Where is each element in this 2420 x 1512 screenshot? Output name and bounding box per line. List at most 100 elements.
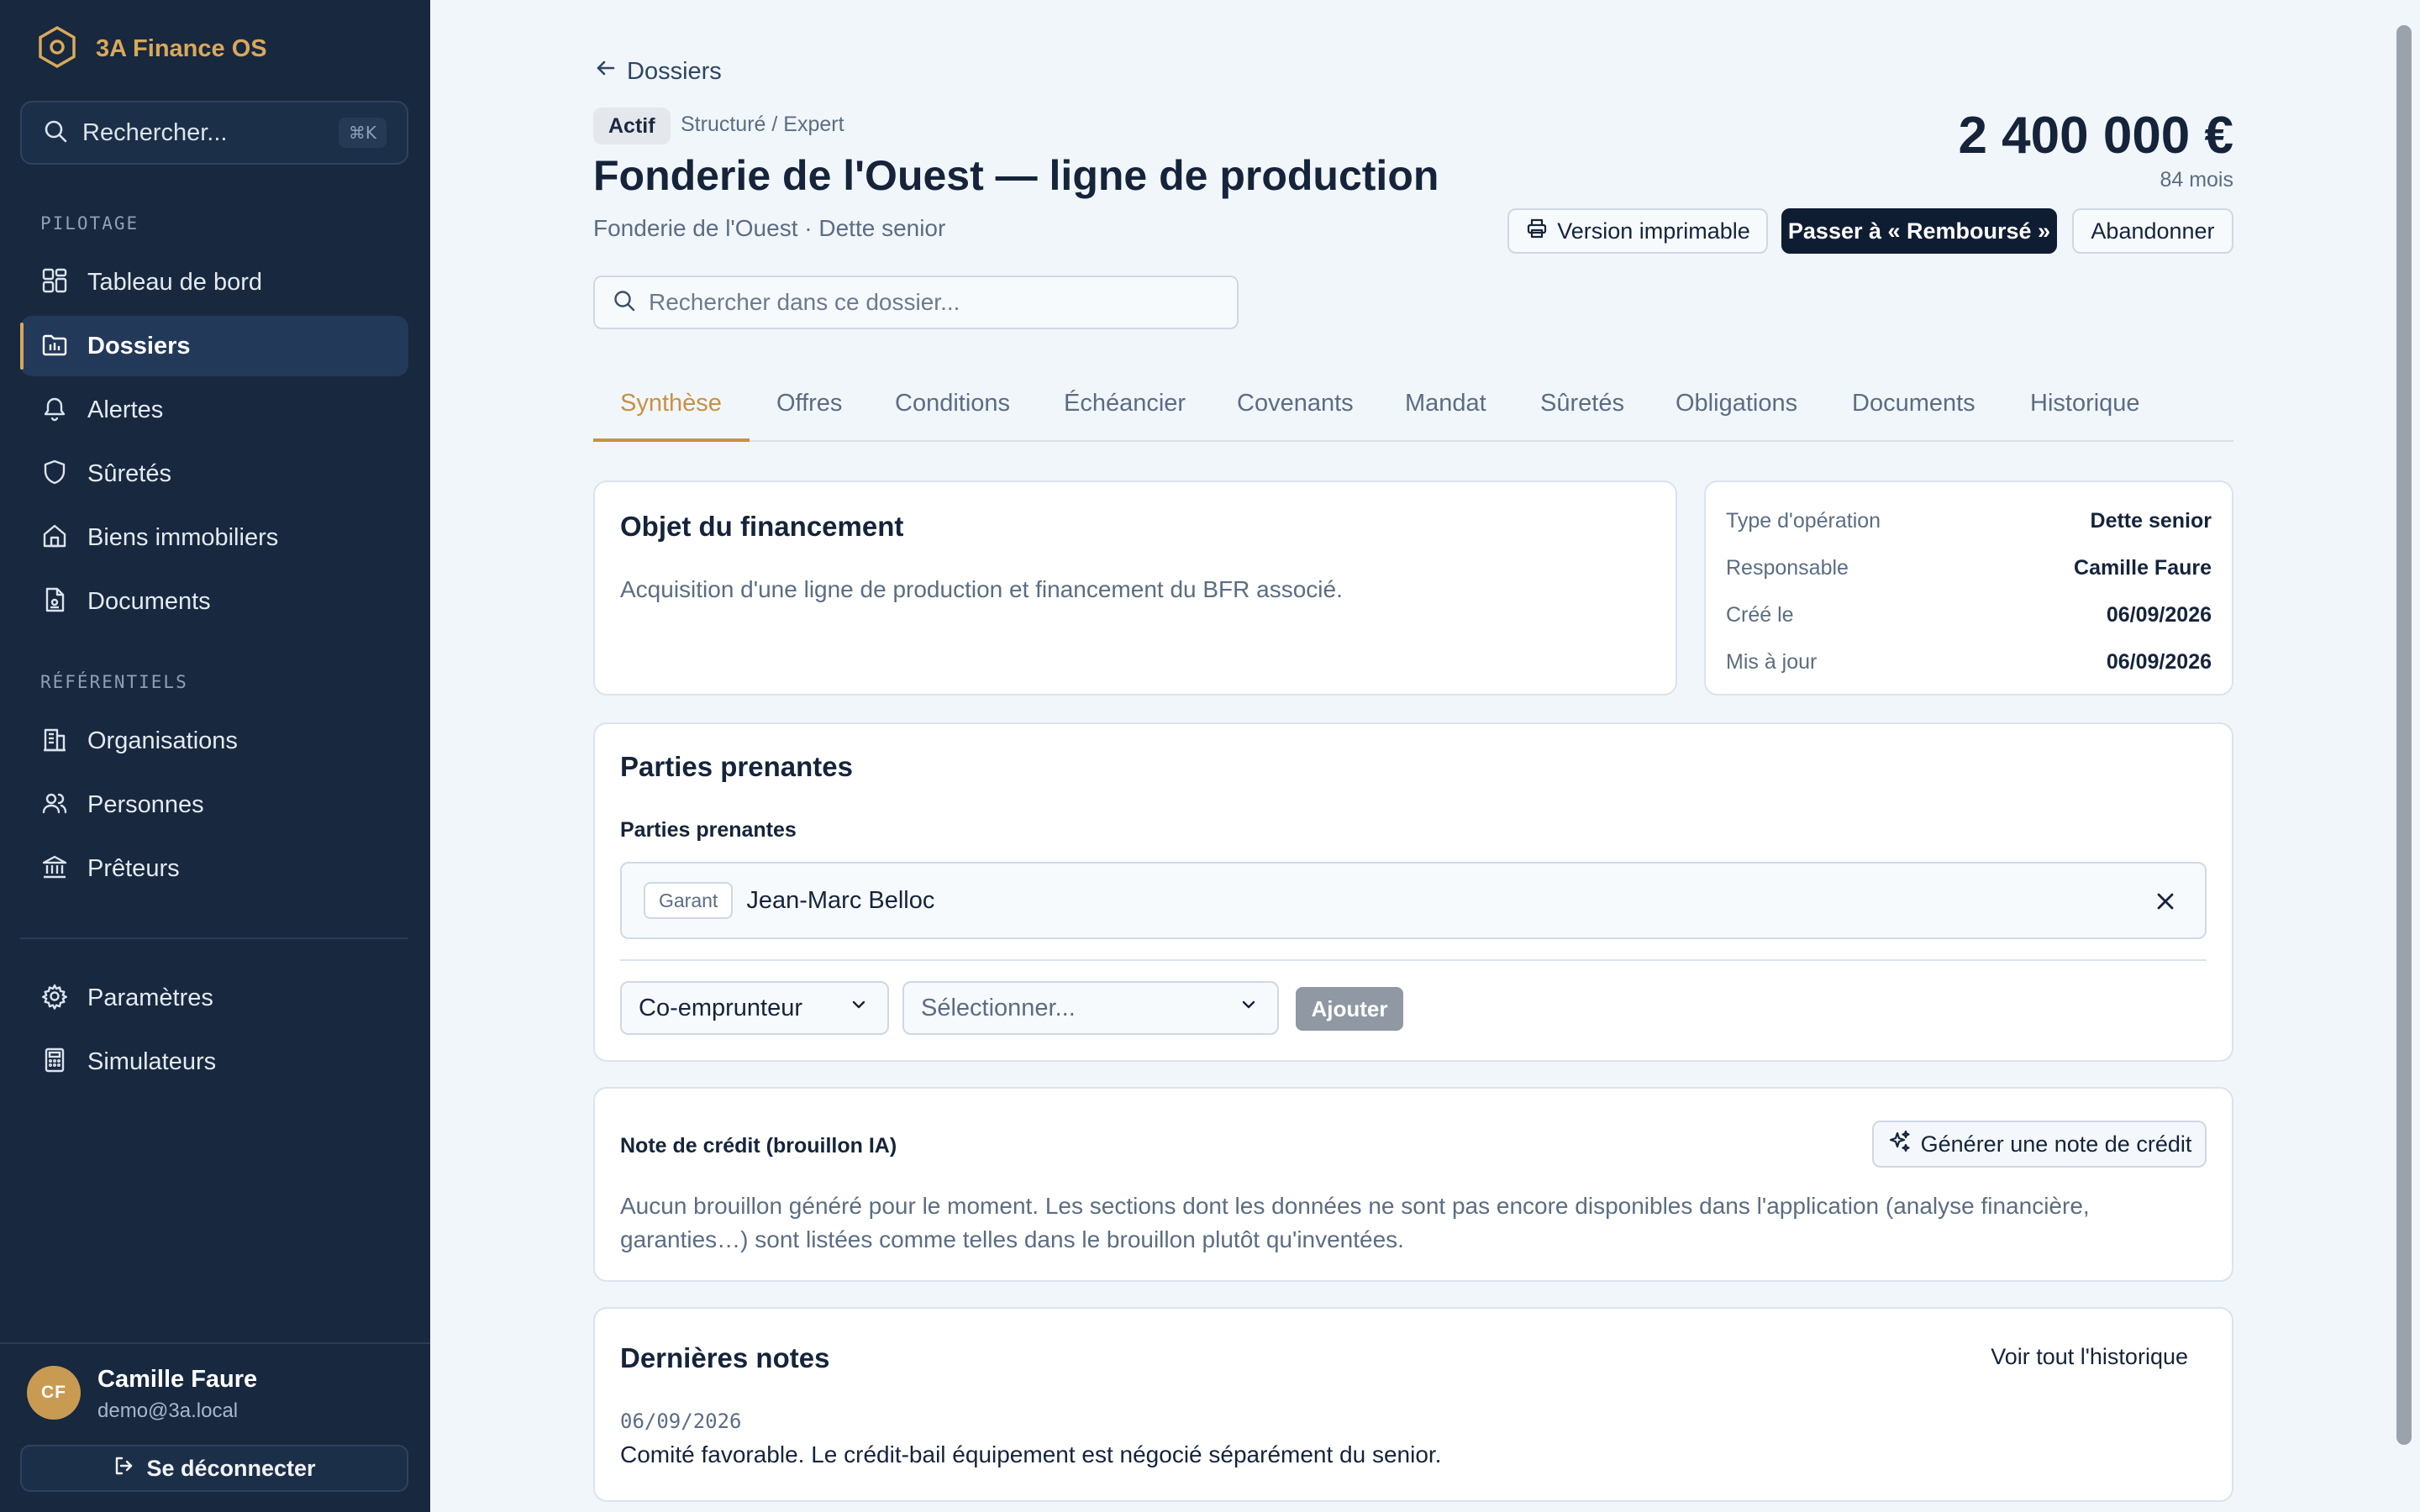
detail-key: Créé le [1726, 602, 1794, 627]
person-select-placeholder: Sélectionner... [921, 994, 1076, 1021]
arrow-left-icon [593, 55, 618, 87]
sidebar-item-label: Alertes [87, 396, 164, 423]
sidebar-item-preteurs[interactable]: Prêteurs [20, 838, 408, 899]
tab-echeancier[interactable]: Échéancier [1064, 390, 1186, 417]
tab-conditions[interactable]: Conditions [895, 390, 1010, 417]
back-link[interactable]: Dossiers [593, 55, 722, 87]
tab-offres[interactable]: Offres [776, 390, 842, 417]
tab-mandat[interactable]: Mandat [1405, 390, 1486, 417]
hexagon-logo-icon [35, 25, 79, 73]
dossier-tabs: Synthèse Offres Conditions Échéancier Co… [593, 375, 2233, 442]
detail-row: Créé le 06/09/2026 [1726, 598, 2212, 632]
logout-button[interactable]: Se déconnecter [20, 1445, 408, 1492]
dossier-details-card: Type d'opération Dette senior Responsabl… [1704, 480, 2233, 696]
card-title: Objet du financement [620, 511, 904, 542]
section-pilotage: PILOTAGE [40, 213, 139, 234]
tab-historique[interactable]: Historique [2030, 390, 2140, 417]
detail-value: Camille Faure [2074, 555, 2212, 580]
sidebar-item-organisations[interactable]: Organisations [20, 711, 408, 771]
tab-obligations[interactable]: Obligations [1676, 390, 1797, 417]
print-version-label: Version imprimable [1557, 218, 1750, 244]
card-title: Dernières notes [620, 1342, 830, 1373]
sidebar-footer-divider [0, 1342, 430, 1344]
sidebar-item-alertes[interactable]: Alertes [20, 380, 408, 440]
sidebar-search-input[interactable]: Rechercher... ⌘K [20, 101, 408, 165]
chevron-down-icon [847, 993, 871, 1023]
tab-suretes[interactable]: Sûretés [1540, 390, 1624, 417]
tab-documents[interactable]: Documents [1852, 390, 1975, 417]
user-name: Camille Faure [97, 1366, 258, 1393]
bell-icon [40, 394, 69, 427]
financing-purpose-text: Acquisition d'une ligne de production et… [620, 576, 1343, 602]
sidebar-item-label: Prêteurs [87, 854, 180, 882]
role-chip: Garant [644, 882, 734, 919]
stakeholder-entry: Garant Jean-Marc Belloc [620, 862, 2207, 939]
page-subtitle: Fonderie de l'Ouest · Dette senior [593, 215, 946, 241]
role-select[interactable]: Co-emprunteur [620, 981, 889, 1035]
avatar[interactable]: CF [27, 1366, 81, 1420]
detail-key: Mis à jour [1726, 649, 1818, 674]
credit-note-label: Note de crédit (brouillon IA) [620, 1134, 897, 1158]
search-icon [612, 288, 637, 318]
card-title: Parties prenantes [620, 751, 853, 782]
mark-repaid-button[interactable]: Passer à « Remboursé » [1781, 208, 2057, 254]
close-icon[interactable] [2151, 887, 2180, 916]
status-badge: Actif [593, 108, 671, 144]
sidebar-item-simulateurs[interactable]: Simulateurs [20, 1032, 408, 1092]
scrollbar[interactable] [2396, 25, 2412, 1445]
generate-credit-note-button[interactable]: Générer une note de crédit [1872, 1121, 2207, 1168]
detail-value: 06/09/2026 [2106, 649, 2212, 674]
credit-note-card: Note de crédit (brouillon IA) Générer un… [593, 1087, 2233, 1282]
sidebar-item-label: Tableau de bord [87, 268, 262, 296]
detail-value: 06/09/2026 [2106, 602, 2212, 627]
stakeholders-card: Parties prenantes Parties prenantes Gara… [593, 722, 2233, 1062]
sidebar-item-suretes[interactable]: Sûretés [20, 444, 408, 504]
financing-purpose-card: Objet du financement Acquisition d'une l… [593, 480, 1677, 696]
dossier-search[interactable] [593, 276, 1239, 329]
calculator-icon [40, 1046, 69, 1079]
role-select-value: Co-emprunteur [639, 994, 803, 1021]
sidebar-divider [20, 937, 408, 939]
print-version-button[interactable]: Version imprimable [1507, 208, 1768, 254]
sidebar: 3A Finance OS Rechercher... ⌘K PILOTAGE … [0, 0, 430, 1512]
bank-icon [40, 853, 69, 885]
detail-key: Responsable [1726, 555, 1849, 580]
abandon-button[interactable]: Abandonner [2072, 208, 2233, 254]
sidebar-item-label: Simulateurs [87, 1047, 217, 1075]
detail-value: Dette senior [2090, 508, 2212, 533]
detail-row: Responsable Camille Faure [1726, 551, 2212, 585]
search-shortcut: ⌘K [338, 118, 387, 148]
view-history-link[interactable]: Voir tout l'historique [1991, 1344, 2188, 1370]
document-icon [40, 585, 69, 618]
stakeholders-field-label: Parties prenantes [620, 818, 797, 842]
shield-icon [40, 458, 69, 491]
person-select[interactable]: Sélectionner... [902, 981, 1279, 1035]
dossier-search-input[interactable] [649, 289, 1220, 316]
sidebar-item-tableau-de-bord[interactable]: Tableau de bord [20, 252, 408, 312]
home-icon [40, 522, 69, 554]
tab-covenants[interactable]: Covenants [1237, 390, 1354, 417]
search-icon [42, 118, 69, 149]
sidebar-item-documents[interactable]: Documents [20, 571, 408, 632]
back-label: Dossiers [627, 57, 722, 85]
card-divider [620, 959, 2207, 961]
sidebar-item-parametres[interactable]: Paramètres [20, 968, 408, 1028]
sparkles-icon [1887, 1129, 1912, 1160]
sidebar-item-label: Dossiers [87, 332, 191, 360]
user-email: demo@3a.local [97, 1399, 239, 1422]
active-tab-indicator [593, 438, 750, 442]
add-stakeholder-button[interactable]: Ajouter [1296, 987, 1403, 1031]
sidebar-item-label: Paramètres [87, 984, 213, 1011]
sidebar-item-label: Documents [87, 587, 211, 615]
section-referentiels: RÉFÉRENTIELS [40, 672, 188, 692]
tab-synthese[interactable]: Synthèse [620, 390, 722, 417]
brand[interactable]: 3A Finance OS [35, 25, 267, 73]
detail-row: Mis à jour 06/09/2026 [1726, 645, 2212, 679]
building-icon [40, 725, 69, 758]
sidebar-item-biens-immobiliers[interactable]: Biens immobiliers [20, 507, 408, 568]
sidebar-item-dossiers[interactable]: Dossiers [20, 316, 408, 376]
sidebar-item-label: Biens immobiliers [87, 523, 279, 551]
logout-icon [113, 1454, 136, 1483]
credit-note-text-line: garanties…) sont listées comme telles da… [620, 1226, 1404, 1252]
sidebar-item-personnes[interactable]: Personnes [20, 774, 408, 835]
